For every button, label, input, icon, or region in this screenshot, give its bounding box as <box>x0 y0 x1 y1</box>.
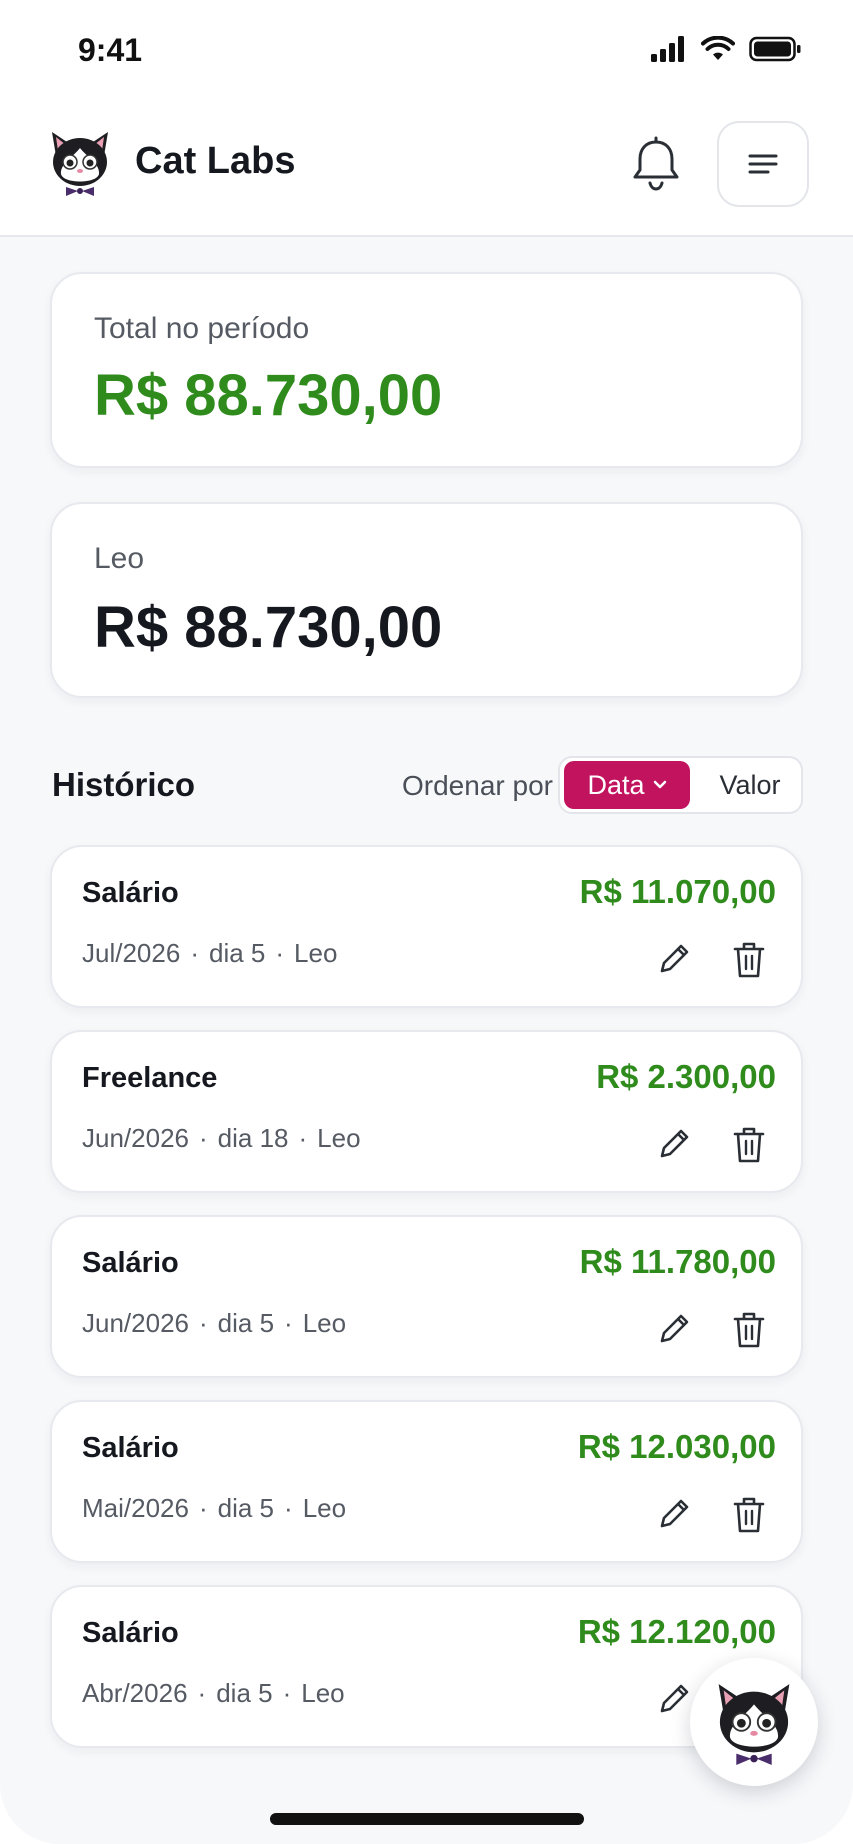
entry-title: Salário <box>82 1432 179 1464</box>
entry-month: Mai/2026 <box>82 1493 189 1523</box>
history-title: Histórico <box>52 766 196 803</box>
entry-meta: Jul/2026 · dia 5 · Leo <box>82 938 337 969</box>
entry-amount: R$ 2.300,00 <box>596 1058 776 1095</box>
cat-mascot-icon <box>718 1684 790 1765</box>
history-entry[interactable]: Salário Jul/2026 · dia 5 · Leo R$ 11.070,00 <box>50 845 803 1008</box>
menu-button[interactable] <box>717 121 809 207</box>
sort-option-valor[interactable]: Valor <box>700 761 800 809</box>
bell-icon[interactable] <box>630 136 682 192</box>
entry-day: dia 5 <box>217 1493 275 1523</box>
status-bar: 9:41 <box>0 0 853 100</box>
entry-month: Jul/2026 <box>82 938 181 968</box>
battery-icon <box>749 36 801 62</box>
entry-day: dia 5 <box>216 1678 273 1708</box>
entry-meta: Abr/2026 · dia 5 · Leo <box>82 1678 345 1709</box>
entry-person: Leo <box>302 1308 347 1338</box>
history-entry[interactable]: Salário Mai/2026 · dia 5 · Leo R$ 12.030,00 <box>50 1400 803 1563</box>
history-entry[interactable]: Freelance Jun/2026 · dia 18 · Leo R$ 2.300,0… <box>50 1030 803 1193</box>
sort-option-data-label: Data <box>587 769 645 800</box>
home-indicator <box>270 1813 584 1825</box>
status-time: 9:41 <box>78 32 143 68</box>
meta-separator: · <box>198 1308 208 1338</box>
hamburger-menu-icon <box>748 154 778 174</box>
entry-month: Jun/2026 <box>82 1123 189 1153</box>
mascot-assistant-button[interactable] <box>690 1658 818 1786</box>
entry-amount: R$ 11.070,00 <box>579 873 776 910</box>
sort-option-data[interactable]: Data <box>564 761 690 809</box>
status-icons <box>651 36 801 62</box>
pencil-icon[interactable] <box>656 1496 692 1532</box>
person-total-card: Leo R$ 88.730,00 <box>50 502 803 698</box>
meta-separator: · <box>190 938 199 968</box>
meta-separator: · <box>197 1678 207 1708</box>
entry-meta: Mai/2026 · dia 5 · Leo <box>82 1493 346 1524</box>
entry-title: Salário <box>82 1617 179 1649</box>
meta-separator: · <box>275 938 285 968</box>
cellular-signal-icon <box>651 36 684 62</box>
person-total-label: Leo <box>94 542 145 575</box>
trash-icon[interactable] <box>732 1126 766 1164</box>
entry-meta: Jun/2026 · dia 18 · Leo <box>82 1123 361 1154</box>
app-title: Cat Labs <box>135 140 296 182</box>
entry-day: dia 18 <box>217 1123 289 1153</box>
entry-day: dia 5 <box>208 938 266 968</box>
pencil-icon[interactable] <box>656 1681 692 1717</box>
entry-title: Salário <box>82 1247 179 1279</box>
entry-amount: R$ 12.120,00 <box>577 1613 776 1650</box>
meta-separator: · <box>298 1123 308 1153</box>
pencil-icon[interactable] <box>656 1311 692 1347</box>
entry-month: Abr/2026 <box>82 1678 188 1708</box>
pencil-icon[interactable] <box>656 1126 692 1162</box>
meta-separator: · <box>284 1308 293 1338</box>
trash-icon[interactable] <box>732 1311 766 1349</box>
meta-separator: · <box>198 1493 208 1523</box>
period-total-card: Total no período R$ 88.730,00 <box>50 272 803 468</box>
entry-person: Leo <box>317 1123 361 1153</box>
entry-person: Leo <box>302 1493 347 1523</box>
chevron-down-icon <box>653 780 666 789</box>
entry-person: Leo <box>294 938 338 968</box>
history-entry[interactable]: Salário Jun/2026 · dia 5 · Leo R$ 11.780,00 <box>50 1215 803 1378</box>
meta-separator: · <box>282 1678 292 1708</box>
entry-amount: R$ 11.780,00 <box>579 1243 776 1280</box>
trash-icon[interactable] <box>732 1496 766 1534</box>
phone-screen: 9:41 Cat Labs Total no período R$ 88.730… <box>0 0 853 1844</box>
entry-title: Freelance <box>82 1062 218 1094</box>
entry-title: Salário <box>82 877 179 909</box>
entry-person: Leo <box>301 1678 345 1708</box>
entry-meta: Jun/2026 · dia 5 · Leo <box>82 1308 346 1339</box>
trash-icon[interactable] <box>732 941 766 979</box>
meta-separator: · <box>284 1493 293 1523</box>
period-total-label: Total no período <box>94 312 310 345</box>
pencil-icon[interactable] <box>656 941 692 977</box>
meta-separator: · <box>198 1123 208 1153</box>
entry-amount: R$ 12.030,00 <box>577 1428 776 1465</box>
wifi-icon <box>701 36 735 60</box>
entry-day: dia 5 <box>217 1308 275 1338</box>
person-total-value: R$ 88.730,00 <box>94 595 443 660</box>
app-header: Cat Labs <box>0 100 853 237</box>
cat-mascot-icon <box>52 132 108 196</box>
entry-month: Jun/2026 <box>82 1308 189 1338</box>
sort-label: Ordenar por <box>402 770 553 801</box>
period-total-value: R$ 88.730,00 <box>94 363 443 428</box>
sort-toggle: Data Valor <box>558 756 803 814</box>
